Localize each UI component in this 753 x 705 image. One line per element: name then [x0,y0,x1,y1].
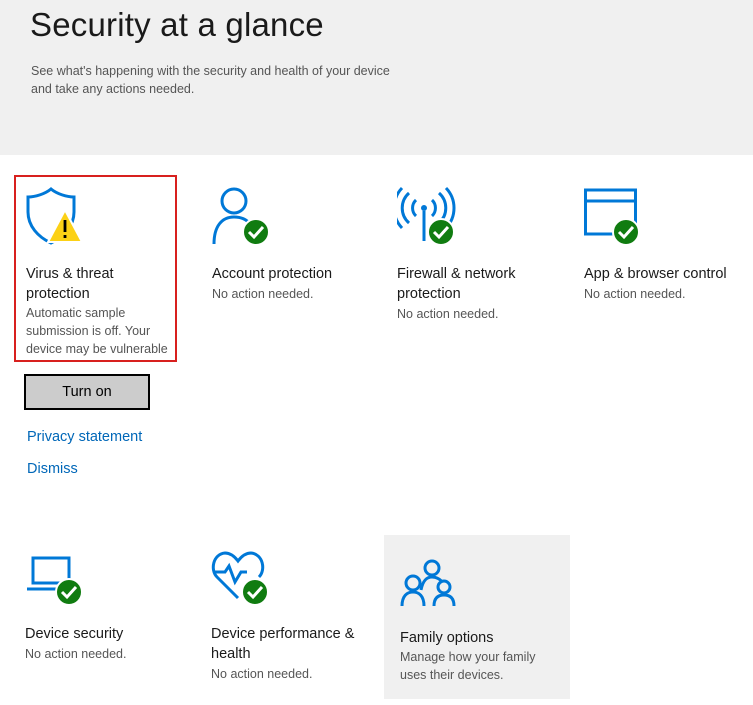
virus-tile-title-line-2: protection [26,286,90,302]
virus-tile-status-line-1: Automatic sample [26,306,126,320]
device-security-status: No action needed. [25,647,127,661]
browser-window-check-icon [584,186,646,253]
account-tile-title: Account protection [212,266,333,282]
account-tile-status: No action needed. [212,287,314,301]
page-subtitle: See what's happening with the security a… [31,62,431,98]
dismiss-link[interactable]: Dismiss [27,461,78,477]
virus-tile-status: Automatic sample submission is off. Your… [26,304,168,358]
device-security-tile[interactable]: Device security No action needed. [25,548,185,668]
performance-tile-title: Device performance & health [211,624,354,664]
family-icon [400,558,460,615]
family-tile-title: Family options [400,630,494,646]
firewall-network-tile[interactable]: Firewall & network protection No action … [392,186,567,326]
firewall-tile-title-line-1: Firewall & network [397,266,516,282]
firewall-tile-title-line-2: protection [397,286,461,302]
virus-threat-tile[interactable]: Virus & threat protection Automatic samp… [26,186,176,358]
header-banner: Security at a glance See what's happenin… [0,0,753,155]
browser-tile-status: No action needed. [584,287,686,301]
performance-tile-title-line-2: health [211,646,251,662]
turn-on-button[interactable]: Turn on [24,374,150,410]
page-subtitle-line-1: See what's happening with the security a… [31,64,390,78]
family-tile-status-line-1: Manage how your family [400,650,536,664]
virus-tile-status-line-2: submission is off. Your [26,324,151,338]
browser-tile-title: App & browser control [584,266,727,282]
laptop-check-icon [25,548,87,615]
family-tile-status-line-2: uses their devices. [400,668,504,682]
person-check-icon [212,186,274,253]
virus-tile-title-line-1: Virus & threat [26,266,114,282]
virus-tile-status-line-3: device may be vulnerable [26,342,168,356]
firewall-tile-title: Firewall & network protection [397,264,515,304]
virus-tile-title: Virus & threat protection [26,264,114,304]
page-title: Security at a glance [30,6,324,43]
app-browser-tile[interactable]: App & browser control No action needed. [584,186,749,306]
device-performance-tile[interactable]: Device performance & health No action ne… [211,548,376,688]
family-options-tile[interactable]: Family options Manage how your family us… [400,558,560,688]
device-security-title: Device security [25,626,124,642]
firewall-tile-status: No action needed. [397,307,499,321]
family-tile-status: Manage how your family uses their device… [400,648,535,684]
wireless-check-icon [392,186,459,253]
performance-tile-status: No action needed. [211,667,313,681]
heart-pulse-check-icon [211,548,273,615]
page-subtitle-line-2: and take any actions needed. [31,82,195,96]
account-protection-tile[interactable]: Account protection No action needed. [212,186,382,306]
performance-tile-title-line-1: Device performance & [211,626,355,642]
privacy-statement-link[interactable]: Privacy statement [27,429,142,445]
shield-warning-icon [26,186,86,251]
